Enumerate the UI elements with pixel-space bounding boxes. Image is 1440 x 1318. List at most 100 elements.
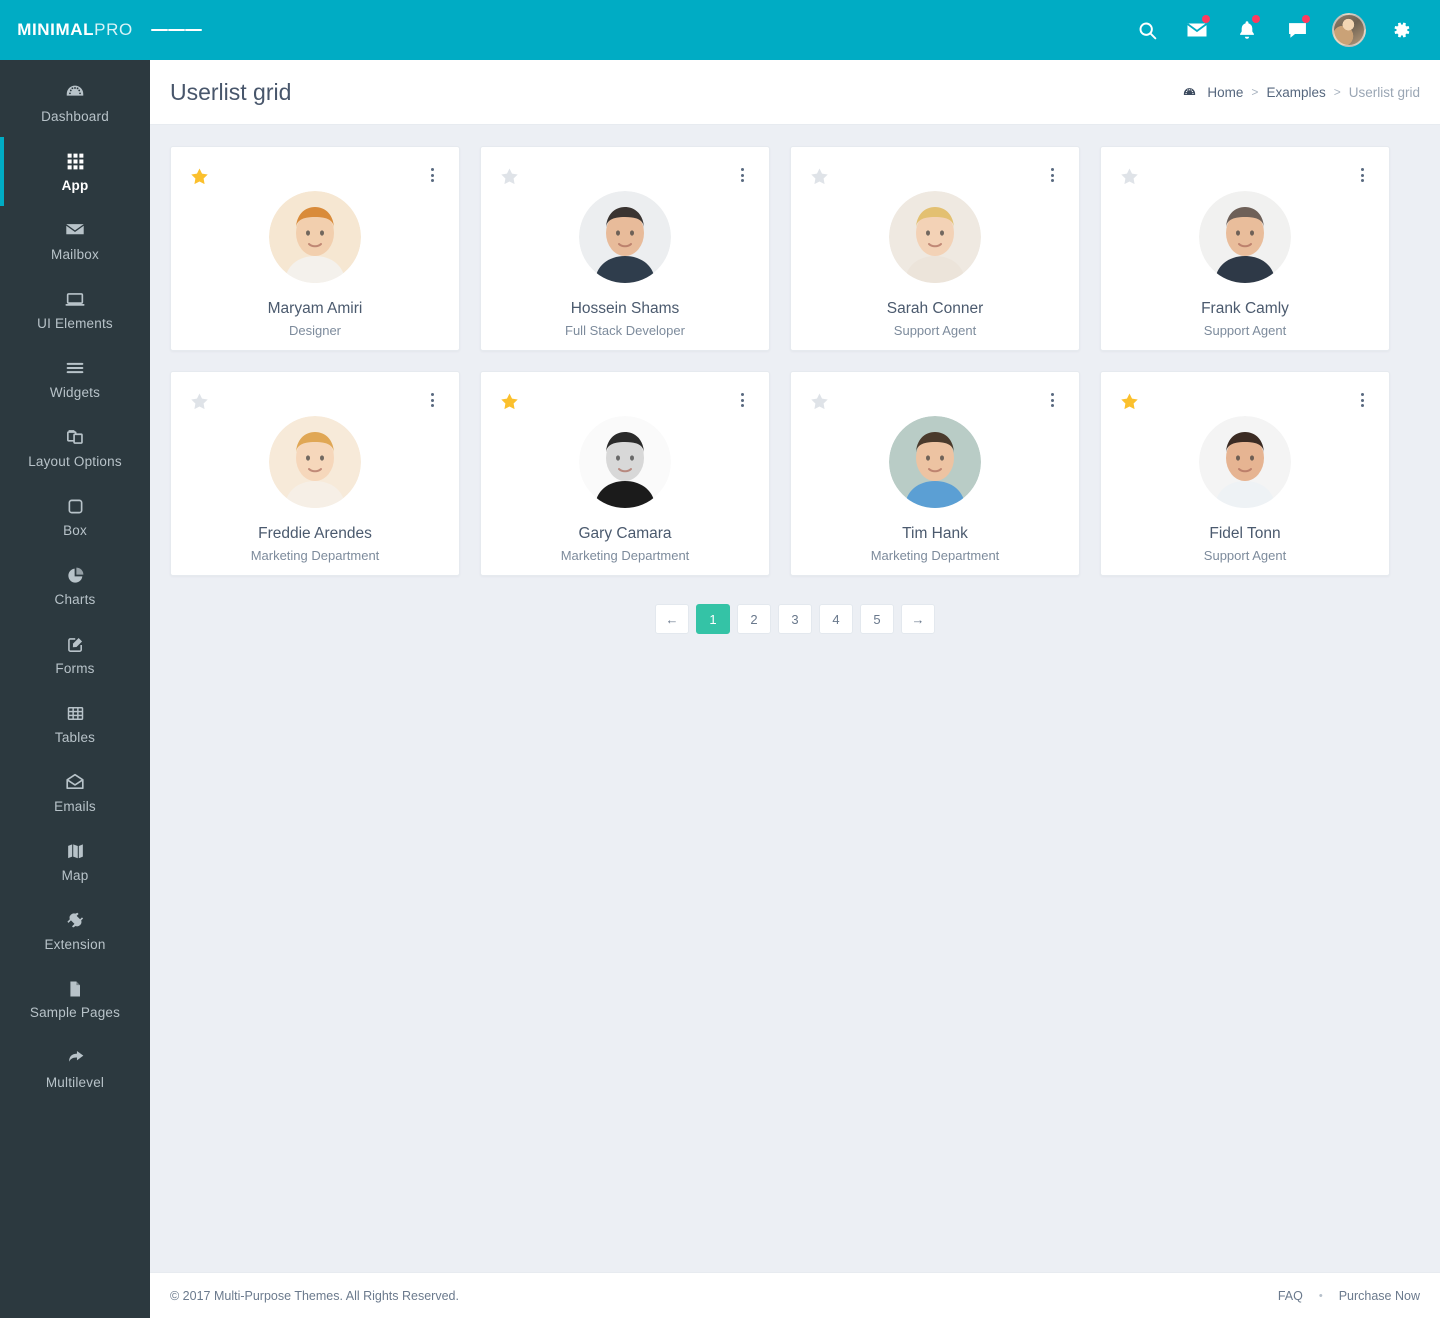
pagination-page-1[interactable]: 1 xyxy=(696,604,730,634)
user-card[interactable]: Maryam Amiri Designer xyxy=(170,146,460,351)
kebab-dot xyxy=(430,168,434,171)
pagination-page-4[interactable]: 4 xyxy=(819,604,853,634)
bell-icon[interactable] xyxy=(1222,0,1272,60)
sidebar-item-label: Emails xyxy=(54,799,96,815)
more-options-icon[interactable] xyxy=(1045,391,1059,409)
more-options-icon[interactable] xyxy=(425,391,439,409)
kebab-dot xyxy=(430,404,434,407)
user-card[interactable]: Tim Hank Marketing Department xyxy=(790,371,1080,576)
more-options-icon[interactable] xyxy=(1045,166,1059,184)
sidebar-item-mailbox[interactable]: Mailbox xyxy=(0,206,150,275)
plug-icon xyxy=(65,910,86,931)
kebab-dot xyxy=(1360,168,1364,171)
kebab-dot xyxy=(1050,168,1054,171)
breadcrumb-item-home[interactable]: Home xyxy=(1207,85,1243,100)
sidebar-item-label: Mailbox xyxy=(51,247,99,263)
sidebar-item-charts[interactable]: Charts xyxy=(0,551,150,620)
pie-chart-icon xyxy=(65,565,86,586)
sidebar-item-sample-pages[interactable]: Sample Pages xyxy=(0,965,150,1034)
sidebar-item-box[interactable]: Box xyxy=(0,482,150,551)
gear-icon[interactable] xyxy=(1376,0,1426,60)
user-card[interactable]: Frank Camly Support Agent xyxy=(1100,146,1390,351)
square-icon xyxy=(65,496,86,517)
star-outline-icon[interactable] xyxy=(1119,166,1140,187)
sidebar-item-widgets[interactable]: Widgets xyxy=(0,344,150,413)
breadcrumb-separator: > xyxy=(1251,85,1259,99)
star-filled-icon[interactable] xyxy=(499,391,520,412)
hamburger-bar xyxy=(184,29,202,31)
star-outline-icon[interactable] xyxy=(499,166,520,187)
star-outline-icon[interactable] xyxy=(809,391,830,412)
more-options-icon[interactable] xyxy=(735,391,749,409)
brand-name-bold: MINIMAL xyxy=(17,20,95,39)
sidebar-item-multilevel[interactable]: Multilevel xyxy=(0,1034,150,1103)
sidebar-item-emails[interactable]: Emails xyxy=(0,758,150,827)
avatar[interactable] xyxy=(1322,0,1376,60)
apps-grid-icon xyxy=(65,151,86,172)
sidebar-item-dashboard[interactable]: Dashboard xyxy=(0,68,150,137)
user-name: Freddie Arendes xyxy=(258,525,372,542)
faq-link[interactable]: FAQ xyxy=(1278,1289,1303,1303)
kebab-dot xyxy=(1360,404,1364,407)
mail-icon[interactable] xyxy=(1172,0,1222,60)
more-options-icon[interactable] xyxy=(1355,391,1369,409)
user-card[interactable]: Sarah Conner Support Agent xyxy=(790,146,1080,351)
more-options-icon[interactable] xyxy=(425,166,439,184)
chat-icon[interactable] xyxy=(1272,0,1322,60)
kebab-dot xyxy=(430,173,434,177)
star-filled-icon[interactable] xyxy=(1119,391,1140,412)
sidebar-item-label: Multilevel xyxy=(45,1075,105,1091)
sidebar-item-label: Widgets xyxy=(49,385,101,401)
menu-toggle-button[interactable] xyxy=(150,0,202,60)
pagination-page-3[interactable]: 3 xyxy=(778,604,812,634)
user-avatar xyxy=(889,416,981,508)
user-role: Full Stack Developer xyxy=(565,323,685,338)
more-options-icon[interactable] xyxy=(735,166,749,184)
purchase-now-link[interactable]: Purchase Now xyxy=(1339,1289,1420,1303)
pagination-prev-button[interactable]: ← xyxy=(655,604,689,634)
sidebar-item-label: Extension xyxy=(44,936,106,952)
main-content: Maryam Amiri Designer Hossein Shams Full St… xyxy=(150,125,1440,1272)
user-card[interactable]: Gary Camara Marketing Department xyxy=(480,371,770,576)
hamburger-bar xyxy=(167,29,185,31)
star-filled-icon[interactable] xyxy=(189,166,210,187)
user-name: Tim Hank xyxy=(902,525,968,542)
search-icon[interactable] xyxy=(1122,0,1172,60)
brand-logo[interactable]: MINIMAL PRO xyxy=(0,0,150,60)
sidebar-item-extension[interactable]: Extension xyxy=(0,896,150,965)
avatar-image xyxy=(1332,13,1366,47)
sidebar-item-label: Forms xyxy=(55,660,95,676)
sidebar-item-map[interactable]: Map xyxy=(0,827,150,896)
breadcrumb-item-examples[interactable]: Examples xyxy=(1266,85,1325,100)
sidebar-item-app[interactable]: App xyxy=(0,137,150,206)
pagination-page-2[interactable]: 2 xyxy=(737,604,771,634)
sidebar-item-forms[interactable]: Forms xyxy=(0,620,150,689)
user-name: Frank Camly xyxy=(1201,300,1289,317)
kebab-dot xyxy=(740,173,744,177)
user-card[interactable]: Freddie Arendes Marketing Department xyxy=(170,371,460,576)
sidebar-item-tables[interactable]: Tables xyxy=(0,689,150,758)
kebab-dot xyxy=(1050,173,1054,177)
user-card[interactable]: Hossein Shams Full Stack Developer xyxy=(480,146,770,351)
sidebar-item-label: UI Elements xyxy=(37,316,113,332)
pagination-page-5[interactable]: 5 xyxy=(860,604,894,634)
open-envelope-icon xyxy=(64,771,86,793)
user-role: Designer xyxy=(288,323,342,338)
breadcrumb-separator: > xyxy=(1333,85,1341,99)
more-options-icon[interactable] xyxy=(1355,166,1369,184)
sidebar-item-layout-options[interactable]: Layout Options xyxy=(0,413,150,482)
star-outline-icon[interactable] xyxy=(809,166,830,187)
sidebar-item-ui-elements[interactable]: UI Elements xyxy=(0,275,150,344)
kebab-dot xyxy=(1050,179,1054,182)
bell-badge xyxy=(1252,15,1260,23)
user-avatar xyxy=(269,416,361,508)
kebab-dot xyxy=(740,404,744,407)
envelope-icon xyxy=(64,219,86,241)
sidebar-item-label: App xyxy=(61,177,89,193)
user-role: Marketing Department xyxy=(250,548,380,563)
user-card[interactable]: Fidel Tonn Support Agent xyxy=(1100,371,1390,576)
star-outline-icon[interactable] xyxy=(189,391,210,412)
user-card-grid: Maryam Amiri Designer Hossein Shams Full St… xyxy=(170,146,1420,576)
pagination-next-button[interactable]: → xyxy=(901,604,935,634)
monitor-icon xyxy=(64,288,86,310)
